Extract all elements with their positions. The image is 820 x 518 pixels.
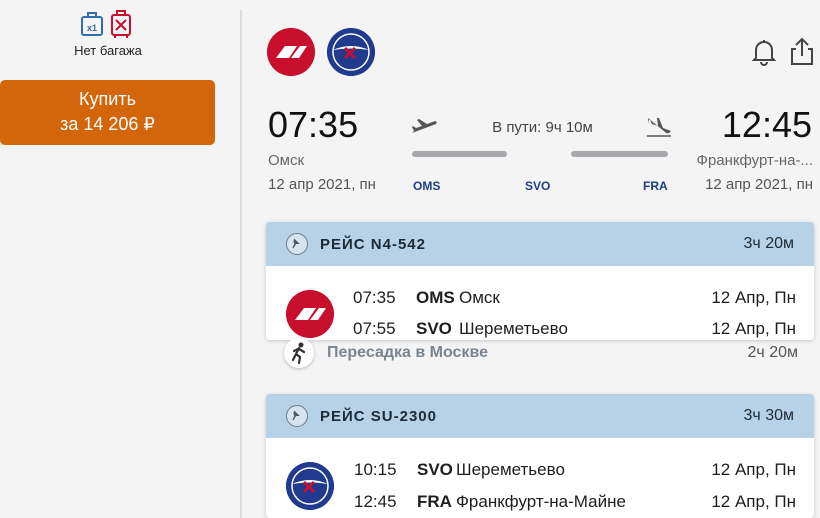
airport-name: Шереметьево — [459, 319, 568, 338]
flight-card: РЕЙС SU-2300 3ч 30м 10:15 SVO Шереметьев… — [266, 394, 814, 518]
airport-name: Омск — [459, 288, 500, 307]
arrival-time: 12:45 — [721, 104, 812, 145]
flight-card-header: РЕЙС N4-542 3ч 20м — [266, 222, 814, 266]
segment-row: 10:15 SVO Шереметьево 12 Апр, Пн — [353, 460, 796, 484]
share-icon[interactable] — [790, 36, 814, 66]
airport-code: OMS — [416, 288, 455, 307]
route-segment-1 — [412, 151, 507, 157]
departure-city: Омск — [268, 152, 305, 169]
route-segment-2 — [571, 151, 668, 157]
segment-date: 12 Апр, Пн — [711, 492, 796, 511]
airport-code: SVO — [416, 319, 452, 338]
segment-date: 12 Апр, Пн — [711, 319, 796, 338]
segment-row: 07:55 SVO Шереметьево 12 Апр, Пн — [353, 319, 796, 340]
purchase-panel: x1 Нет багажа Купить за 14 206 ₽ — [0, 0, 240, 518]
takeoff-icon — [412, 119, 437, 133]
pin-icon[interactable] — [286, 233, 308, 255]
nordwind-logo — [267, 28, 315, 76]
transit-code: SVO — [525, 179, 551, 193]
aeroflot-logo — [327, 28, 375, 76]
departure-time: 07:35 — [268, 104, 359, 145]
segment-date: 12 Апр, Пн — [711, 288, 796, 307]
airport-code: SVO — [417, 460, 453, 479]
segment-time: 12:45 — [354, 492, 397, 511]
flight-number: РЕЙС N4-542 — [320, 236, 426, 253]
airport-name: Шереметьево — [456, 460, 565, 479]
segment-time: 10:15 — [354, 460, 397, 479]
pin-icon[interactable] — [286, 405, 308, 427]
column-divider — [240, 10, 242, 518]
segment-time: 07:55 — [353, 319, 396, 338]
aeroflot-logo — [286, 462, 334, 510]
baggage-icon: x1 — [81, 10, 131, 38]
flight-card: РЕЙС N4-542 3ч 20м 07:35 OMS Омск 12 Апр… — [266, 222, 814, 340]
arrival-code: FRA — [643, 179, 668, 193]
arrival-date: 12 апр 2021, пн — [705, 176, 813, 193]
transfer-row: Пересадка в Москве 2ч 20м — [266, 338, 814, 368]
transfer-duration: 2ч 20м — [747, 344, 798, 361]
baggage-label: Нет багажа — [74, 43, 142, 58]
arrival-city: Франкфурт-на-... — [696, 152, 813, 169]
total-duration: В пути: 9ч 10м — [492, 119, 593, 136]
segment-row: 12:45 FRA Франкфурт-на-Майне 12 Апр, Пн — [353, 492, 796, 516]
flight-duration: 3ч 30м — [743, 407, 794, 424]
flight-number: РЕЙС SU-2300 — [320, 408, 437, 425]
bell-icon[interactable] — [752, 38, 776, 66]
departure-date: 12 апр 2021, пн — [268, 176, 376, 193]
buy-button-price: за 14 206 ₽ — [60, 114, 155, 134]
segment-date: 12 Апр, Пн — [711, 460, 796, 479]
nordwind-logo — [286, 290, 334, 338]
airport-name: Франкфурт-на-Майне — [456, 492, 626, 511]
buy-button-label: Купить — [79, 89, 136, 109]
bag-count-badge: x1 — [87, 23, 97, 33]
flight-details-page: x1 Нет багажа Купить за 14 206 ₽ 07:35 1… — [0, 0, 820, 518]
buy-button[interactable]: Купить за 14 206 ₽ — [0, 80, 215, 145]
segment-time: 07:35 — [353, 288, 396, 307]
landing-icon — [647, 118, 671, 137]
flight-card-header: РЕЙС SU-2300 3ч 30м — [266, 394, 814, 438]
flight-duration: 3ч 20м — [743, 235, 794, 252]
departure-code: OMS — [413, 179, 441, 193]
transfer-label: Пересадка в Москве — [327, 344, 488, 361]
airport-code: FRA — [417, 492, 452, 511]
walking-person-icon — [284, 338, 314, 368]
segment-row: 07:35 OMS Омск 12 Апр, Пн — [353, 288, 796, 312]
